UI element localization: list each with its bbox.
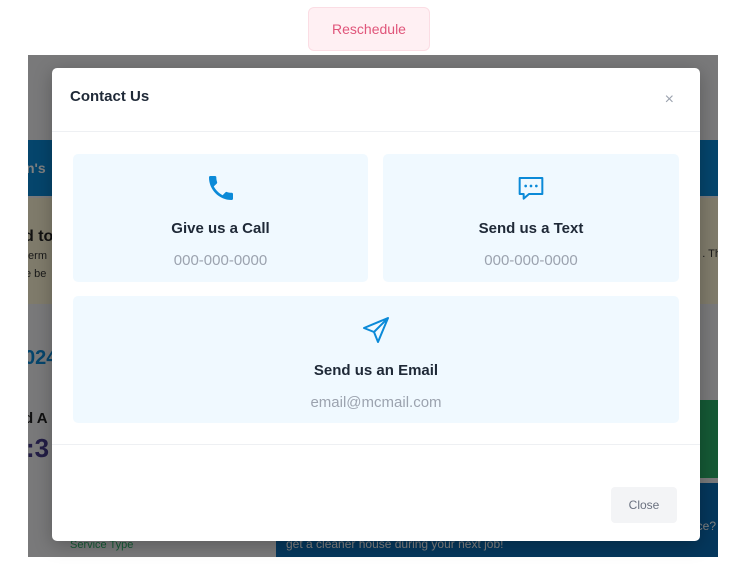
email-card[interactable]: Send us an Email email@mcmail.com (73, 296, 679, 423)
phone-icon (208, 176, 233, 200)
contact-modal: Contact Us × Give us a Call 000-000-0000… (52, 68, 700, 541)
text-title: Send us a Text (478, 220, 584, 237)
footer-divider (52, 444, 700, 445)
chat-icon (518, 177, 544, 200)
call-title: Give us a Call (171, 220, 270, 237)
text-phone-number[interactable]: 000-000-0000 (383, 252, 679, 269)
modal-header: Contact Us × (52, 68, 700, 132)
close-button[interactable]: Close (611, 487, 677, 523)
reschedule-button[interactable]: Reschedule (308, 7, 430, 51)
text-card[interactable]: Send us a Text 000-000-0000 (383, 154, 679, 282)
call-phone-number[interactable]: 000-000-0000 (73, 252, 368, 269)
email-address[interactable]: email@mcmail.com (73, 394, 679, 411)
page: Reschedule n's d to term e be . Th 024 d… (0, 0, 744, 580)
send-icon (363, 317, 389, 343)
email-title: Send us an Email (313, 362, 439, 379)
modal-title: Contact Us (70, 88, 150, 105)
close-icon[interactable]: × (665, 90, 674, 110)
call-card[interactable]: Give us a Call 000-000-0000 (73, 154, 368, 282)
